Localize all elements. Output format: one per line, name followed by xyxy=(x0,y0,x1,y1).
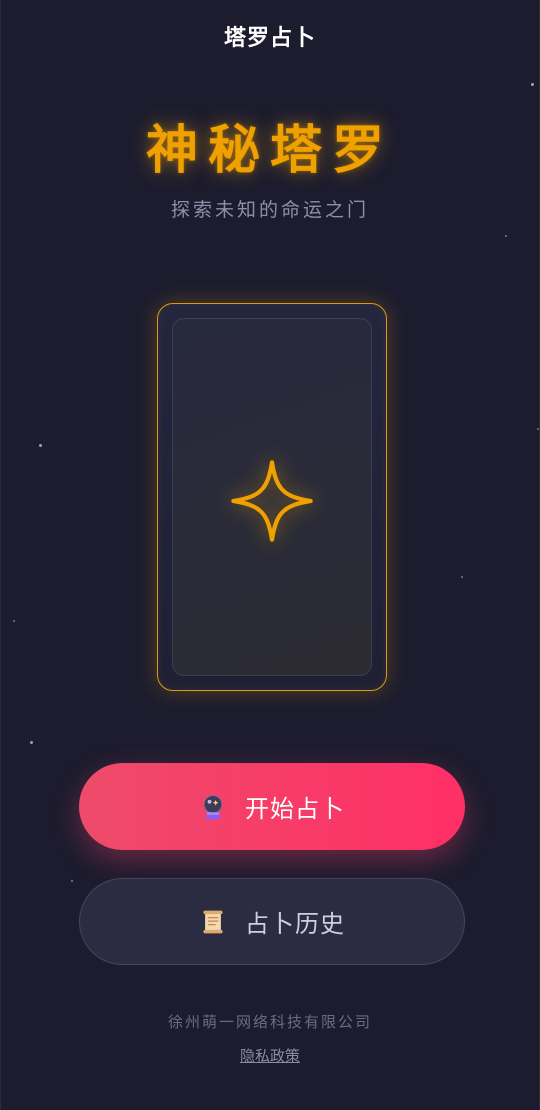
tarot-card[interactable] xyxy=(157,303,387,691)
start-divination-label: 开始占卜 xyxy=(245,795,345,823)
background-star xyxy=(39,444,42,447)
background-star xyxy=(71,880,73,882)
hero-subtitle: 探索未知的命运之门 xyxy=(170,199,369,221)
background-star xyxy=(505,235,507,237)
background-star xyxy=(537,428,539,430)
background-star xyxy=(461,576,463,578)
nav-title: 塔罗占卜 xyxy=(223,26,316,51)
tarot-card-face xyxy=(172,318,372,676)
scroll-icon xyxy=(203,910,223,933)
divination-history-label: 占卜历史 xyxy=(245,910,345,938)
background-star xyxy=(13,620,15,622)
crystal-ball-icon xyxy=(203,794,223,819)
hero-title: 神秘塔罗 xyxy=(145,121,394,181)
background-star xyxy=(531,83,534,86)
background-star xyxy=(30,741,33,744)
four-point-star-icon xyxy=(231,460,313,542)
divination-history-button[interactable]: 占卜历史 xyxy=(79,878,465,965)
privacy-policy-link[interactable]: 隐私政策 xyxy=(1,1045,539,1066)
app-screen: 塔罗占卜 神秘塔罗 探索未知的命运之门 开始占卜 占卜历史 徐州萌一网络科技有限… xyxy=(0,0,540,1110)
start-divination-button[interactable]: 开始占卜 xyxy=(79,763,465,850)
company-name: 徐州萌一网络科技有限公司 xyxy=(167,1013,372,1031)
